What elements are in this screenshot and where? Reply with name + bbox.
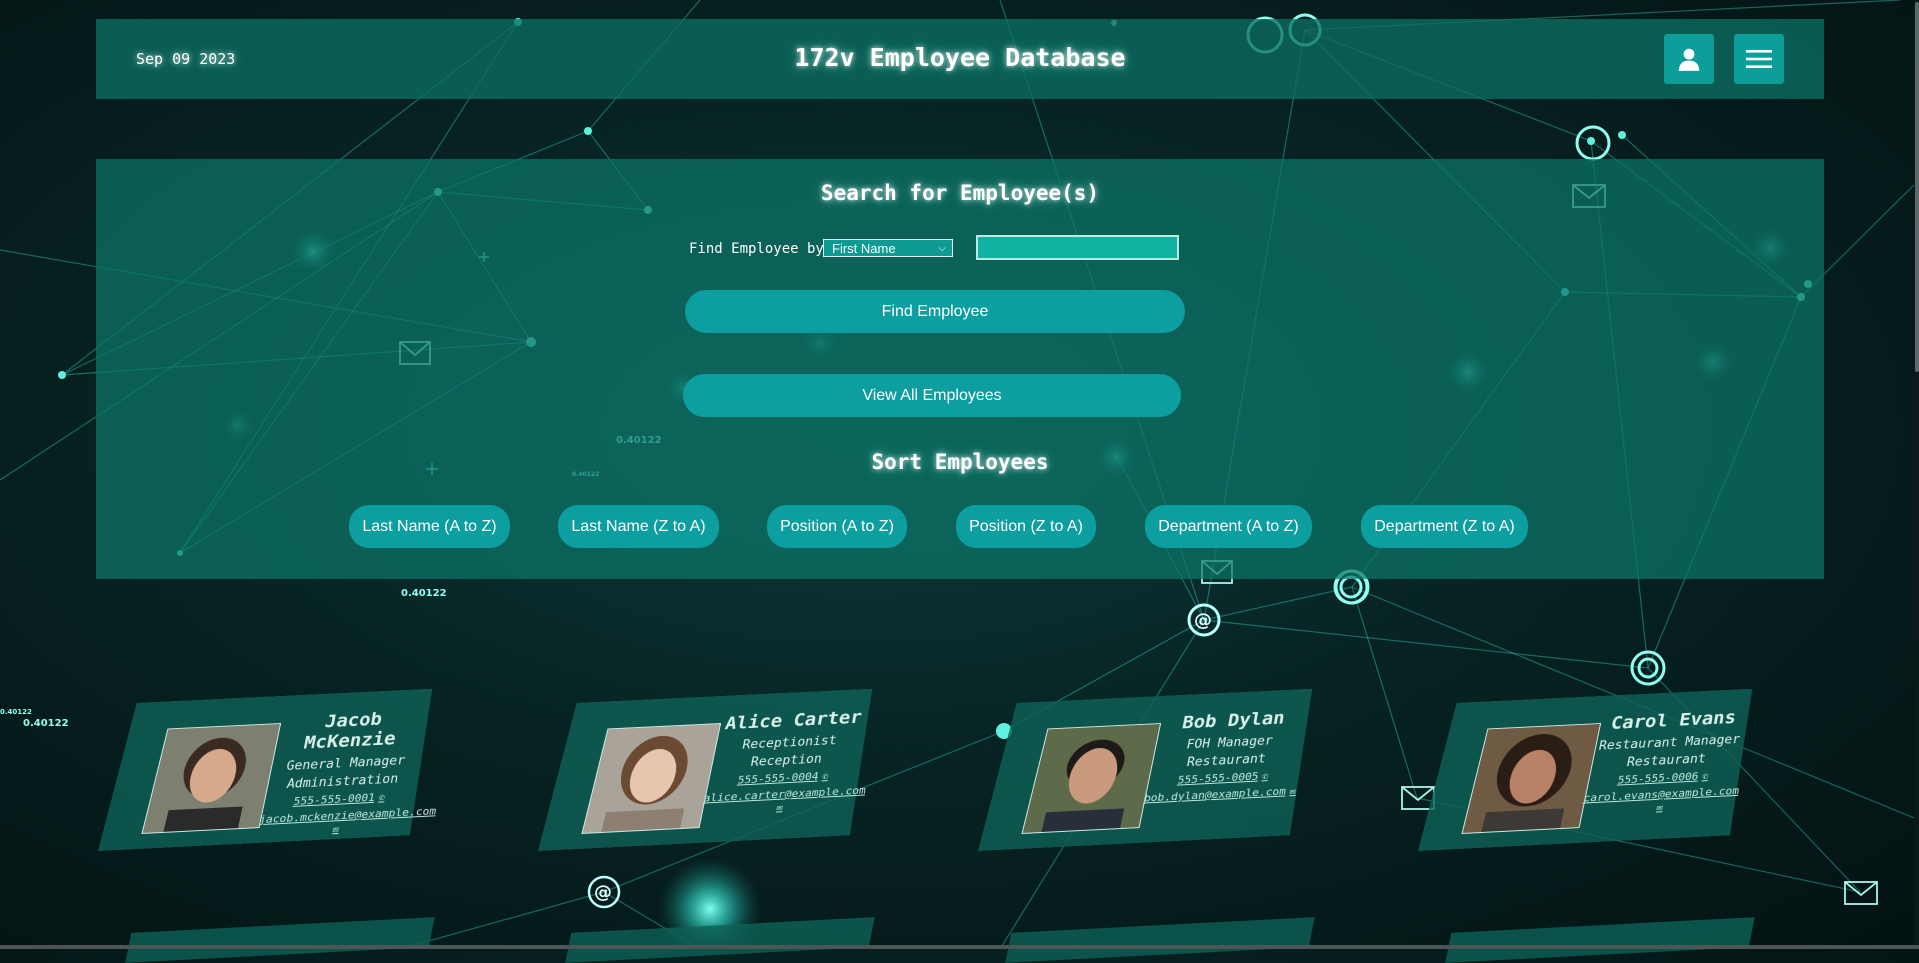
sort-heading: Sort Employees	[96, 450, 1824, 474]
svg-text:0.40122: 0.40122	[401, 588, 447, 599]
svg-text:@: @	[1194, 610, 1212, 631]
employee-email-link[interactable]: carol.evans@example.com✉	[1580, 784, 1738, 817]
employee-name: Carol Evans	[1597, 707, 1750, 734]
sort-last-name-asc-button[interactable]: Last Name (A to Z)	[349, 505, 510, 548]
sort-position-desc-button[interactable]: Position (Z to A)	[956, 505, 1096, 548]
user-icon	[1676, 46, 1702, 72]
search-heading: Search for Employee(s)	[96, 181, 1824, 205]
svg-text:0.40122: 0.40122	[23, 718, 69, 729]
svg-text:@: @	[594, 882, 612, 903]
phone-icon: ✆	[821, 772, 829, 783]
mail-icon: ✉	[1289, 786, 1297, 797]
find-employee-button[interactable]: Find Employee	[685, 290, 1185, 333]
employee-card[interactable]: Carol Evans Restaurant Manager Restauran…	[1418, 689, 1752, 851]
employee-card[interactable]: Alice Carter Receptionist Reception 555-…	[538, 689, 872, 851]
employee-name: Alice Carter	[717, 707, 870, 734]
employee-name: Jacob McKenzie	[273, 707, 430, 755]
phone-icon: ✆	[1261, 772, 1269, 783]
search-field-select[interactable]: First Name ⌵	[823, 239, 953, 257]
mail-icon: ✉	[776, 802, 784, 813]
select-value: First Name	[832, 241, 896, 256]
hamburger-menu-icon	[1746, 48, 1772, 70]
mail-icon: ✉	[1656, 802, 1664, 813]
search-input[interactable]	[976, 235, 1179, 260]
employee-email-link[interactable]: alice.carter@example.com✉	[700, 784, 858, 817]
sort-department-asc-button[interactable]: Department (A to Z)	[1145, 505, 1312, 548]
top-header: Sep 09 2023 172v Employee Database	[96, 19, 1824, 99]
bottom-edge	[0, 945, 1919, 949]
employee-photo	[1021, 723, 1161, 834]
mail-icon: ✉	[332, 824, 340, 835]
employee-email-link[interactable]: jacob.mckenzie@example.com✉	[255, 806, 414, 839]
view-all-employees-button[interactable]: View All Employees	[683, 374, 1181, 417]
sort-last-name-desc-button[interactable]: Last Name (Z to A)	[558, 505, 719, 548]
employee-email-link[interactable]: bob.dylan@example.com ✉	[1142, 784, 1297, 804]
menu-button[interactable]	[1734, 34, 1784, 84]
employee-card[interactable]: Jacob McKenzie General Manager Administr…	[98, 689, 432, 851]
phone-icon: ✆	[1701, 772, 1709, 783]
phone-icon: ✆	[378, 793, 386, 804]
app-title: 172v Employee Database	[96, 43, 1824, 72]
employee-name: Bob Dylan	[1157, 707, 1310, 734]
scrollbar-thumb[interactable]	[1915, 2, 1919, 372]
user-button[interactable]	[1664, 34, 1714, 84]
employee-card[interactable]: Bob Dylan FOH Manager Restaurant 555-555…	[978, 689, 1312, 851]
sort-position-asc-button[interactable]: Position (A to Z)	[767, 505, 907, 548]
chevron-down-icon: ⌵	[938, 240, 946, 258]
search-panel: Search for Employee(s) Find Employee by …	[96, 159, 1824, 579]
sort-department-desc-button[interactable]: Department (Z to A)	[1361, 505, 1528, 548]
find-by-label: Find Employee by	[689, 241, 824, 257]
svg-text:0.40122: 0.40122	[0, 708, 32, 716]
